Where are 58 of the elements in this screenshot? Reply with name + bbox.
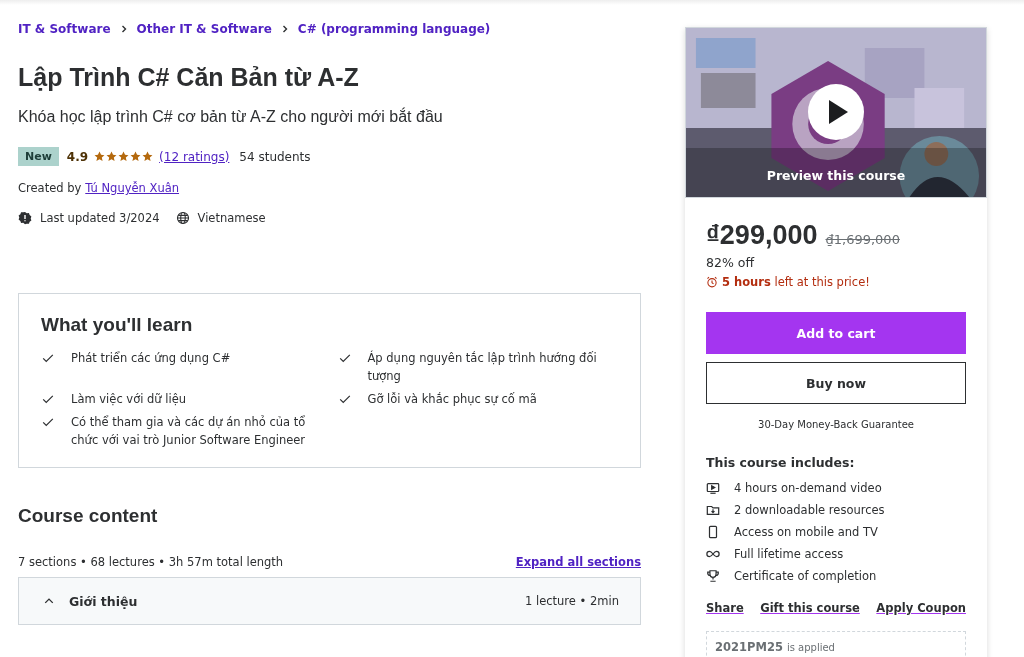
star-icon	[118, 151, 130, 162]
include-text: 4 hours on-demand video	[734, 481, 882, 495]
action-link[interactable]: Apply Coupon	[876, 601, 966, 615]
learn-item-text: Làm việc với dữ liệu	[71, 391, 187, 408]
alert-badge-icon	[18, 211, 32, 225]
students-count: 54 students	[239, 149, 311, 164]
include-text: Full lifetime access	[734, 547, 844, 561]
section-heading: What you'll learn	[41, 314, 194, 336]
action-link[interactable]: Share	[706, 601, 744, 615]
course-title: Lập Trình C# Căn Bản từ A-Z	[18, 62, 360, 93]
include-text: 2 downloadable resources	[734, 503, 885, 517]
meta-text: Vietnamese	[197, 211, 266, 225]
breadcrumb-link[interactable]: Other IT & Software	[136, 22, 272, 36]
coupon-note: is applied	[786, 642, 835, 653]
globe-icon	[175, 211, 190, 225]
play-icon[interactable]	[808, 84, 864, 140]
folder-icon	[706, 503, 720, 517]
section-info: 1 lecture • 2min	[525, 594, 619, 608]
course-subtitle: Khóa học lập trình C# cơ bản từ A-Z cho người mới bắt đầu	[18, 106, 444, 127]
trophy-icon	[706, 569, 720, 583]
section-title: Giới thiệu	[69, 593, 138, 609]
action-link[interactable]: Gift this course	[760, 601, 860, 615]
author-link[interactable]: Tú Nguyễn Xuân	[85, 181, 180, 195]
rating-score: 4.9	[66, 149, 89, 164]
guarantee-text: 30-Day Money-Back Guarantee	[757, 419, 915, 430]
learn-item-text: Gỡ lỗi và khắc phục sự cố mã	[367, 391, 537, 408]
ratings-link[interactable]: (12 ratings)	[159, 149, 230, 164]
original-price: ₫1,699,000	[825, 232, 900, 247]
breadcrumb-link[interactable]: C# (programming language)	[297, 22, 491, 36]
new-badge: New	[18, 147, 59, 166]
star-icon	[142, 151, 154, 162]
star-icon	[106, 151, 118, 162]
buy-now-button[interactable]: Buy now	[706, 362, 966, 404]
content-summary: 7 sections • 68 lectures • 3h 57m total length	[18, 555, 284, 569]
course-preview[interactable]: Preview this course	[685, 27, 987, 198]
preview-label: Preview this course	[765, 168, 907, 183]
expand-all-link[interactable]: Expand all sections	[515, 555, 641, 569]
breadcrumb-link[interactable]: IT & Software	[18, 22, 111, 36]
timer-text: 5 hours left at this price!	[722, 275, 870, 289]
section-heading: Course content	[18, 505, 159, 527]
video-icon	[706, 481, 720, 495]
discount-text: 82% off	[706, 255, 756, 270]
star-icon	[94, 151, 106, 162]
alarm-clock-icon	[706, 276, 718, 288]
section-row[interactable]: Giới thiệu 1 lecture • 2min	[18, 577, 641, 625]
meta-text: Last updated 3/2024	[40, 211, 160, 225]
include-text: Certificate of completion	[734, 569, 877, 583]
includes-heading: This course includes:	[706, 455, 856, 470]
star-icon	[130, 151, 142, 162]
created-by-label: Created by	[18, 181, 82, 195]
learn-item-text: Phát triển các ứng dụng C#	[71, 350, 231, 367]
coupon-code: 2021PM25	[715, 640, 783, 654]
phone-icon	[706, 525, 720, 539]
price: ₫299,000	[706, 220, 818, 251]
include-text: Access on mobile and TV	[734, 525, 878, 539]
learn-item-text: Có thể tham gia và các dự án nhỏ của tổ chức với vai trò Junior Software Engineer	[71, 414, 307, 449]
add-to-cart-button[interactable]: Add to cart	[706, 312, 966, 354]
learn-item-text: Áp dụng nguyên tắc lập trình hướng đối tượng	[367, 349, 598, 385]
